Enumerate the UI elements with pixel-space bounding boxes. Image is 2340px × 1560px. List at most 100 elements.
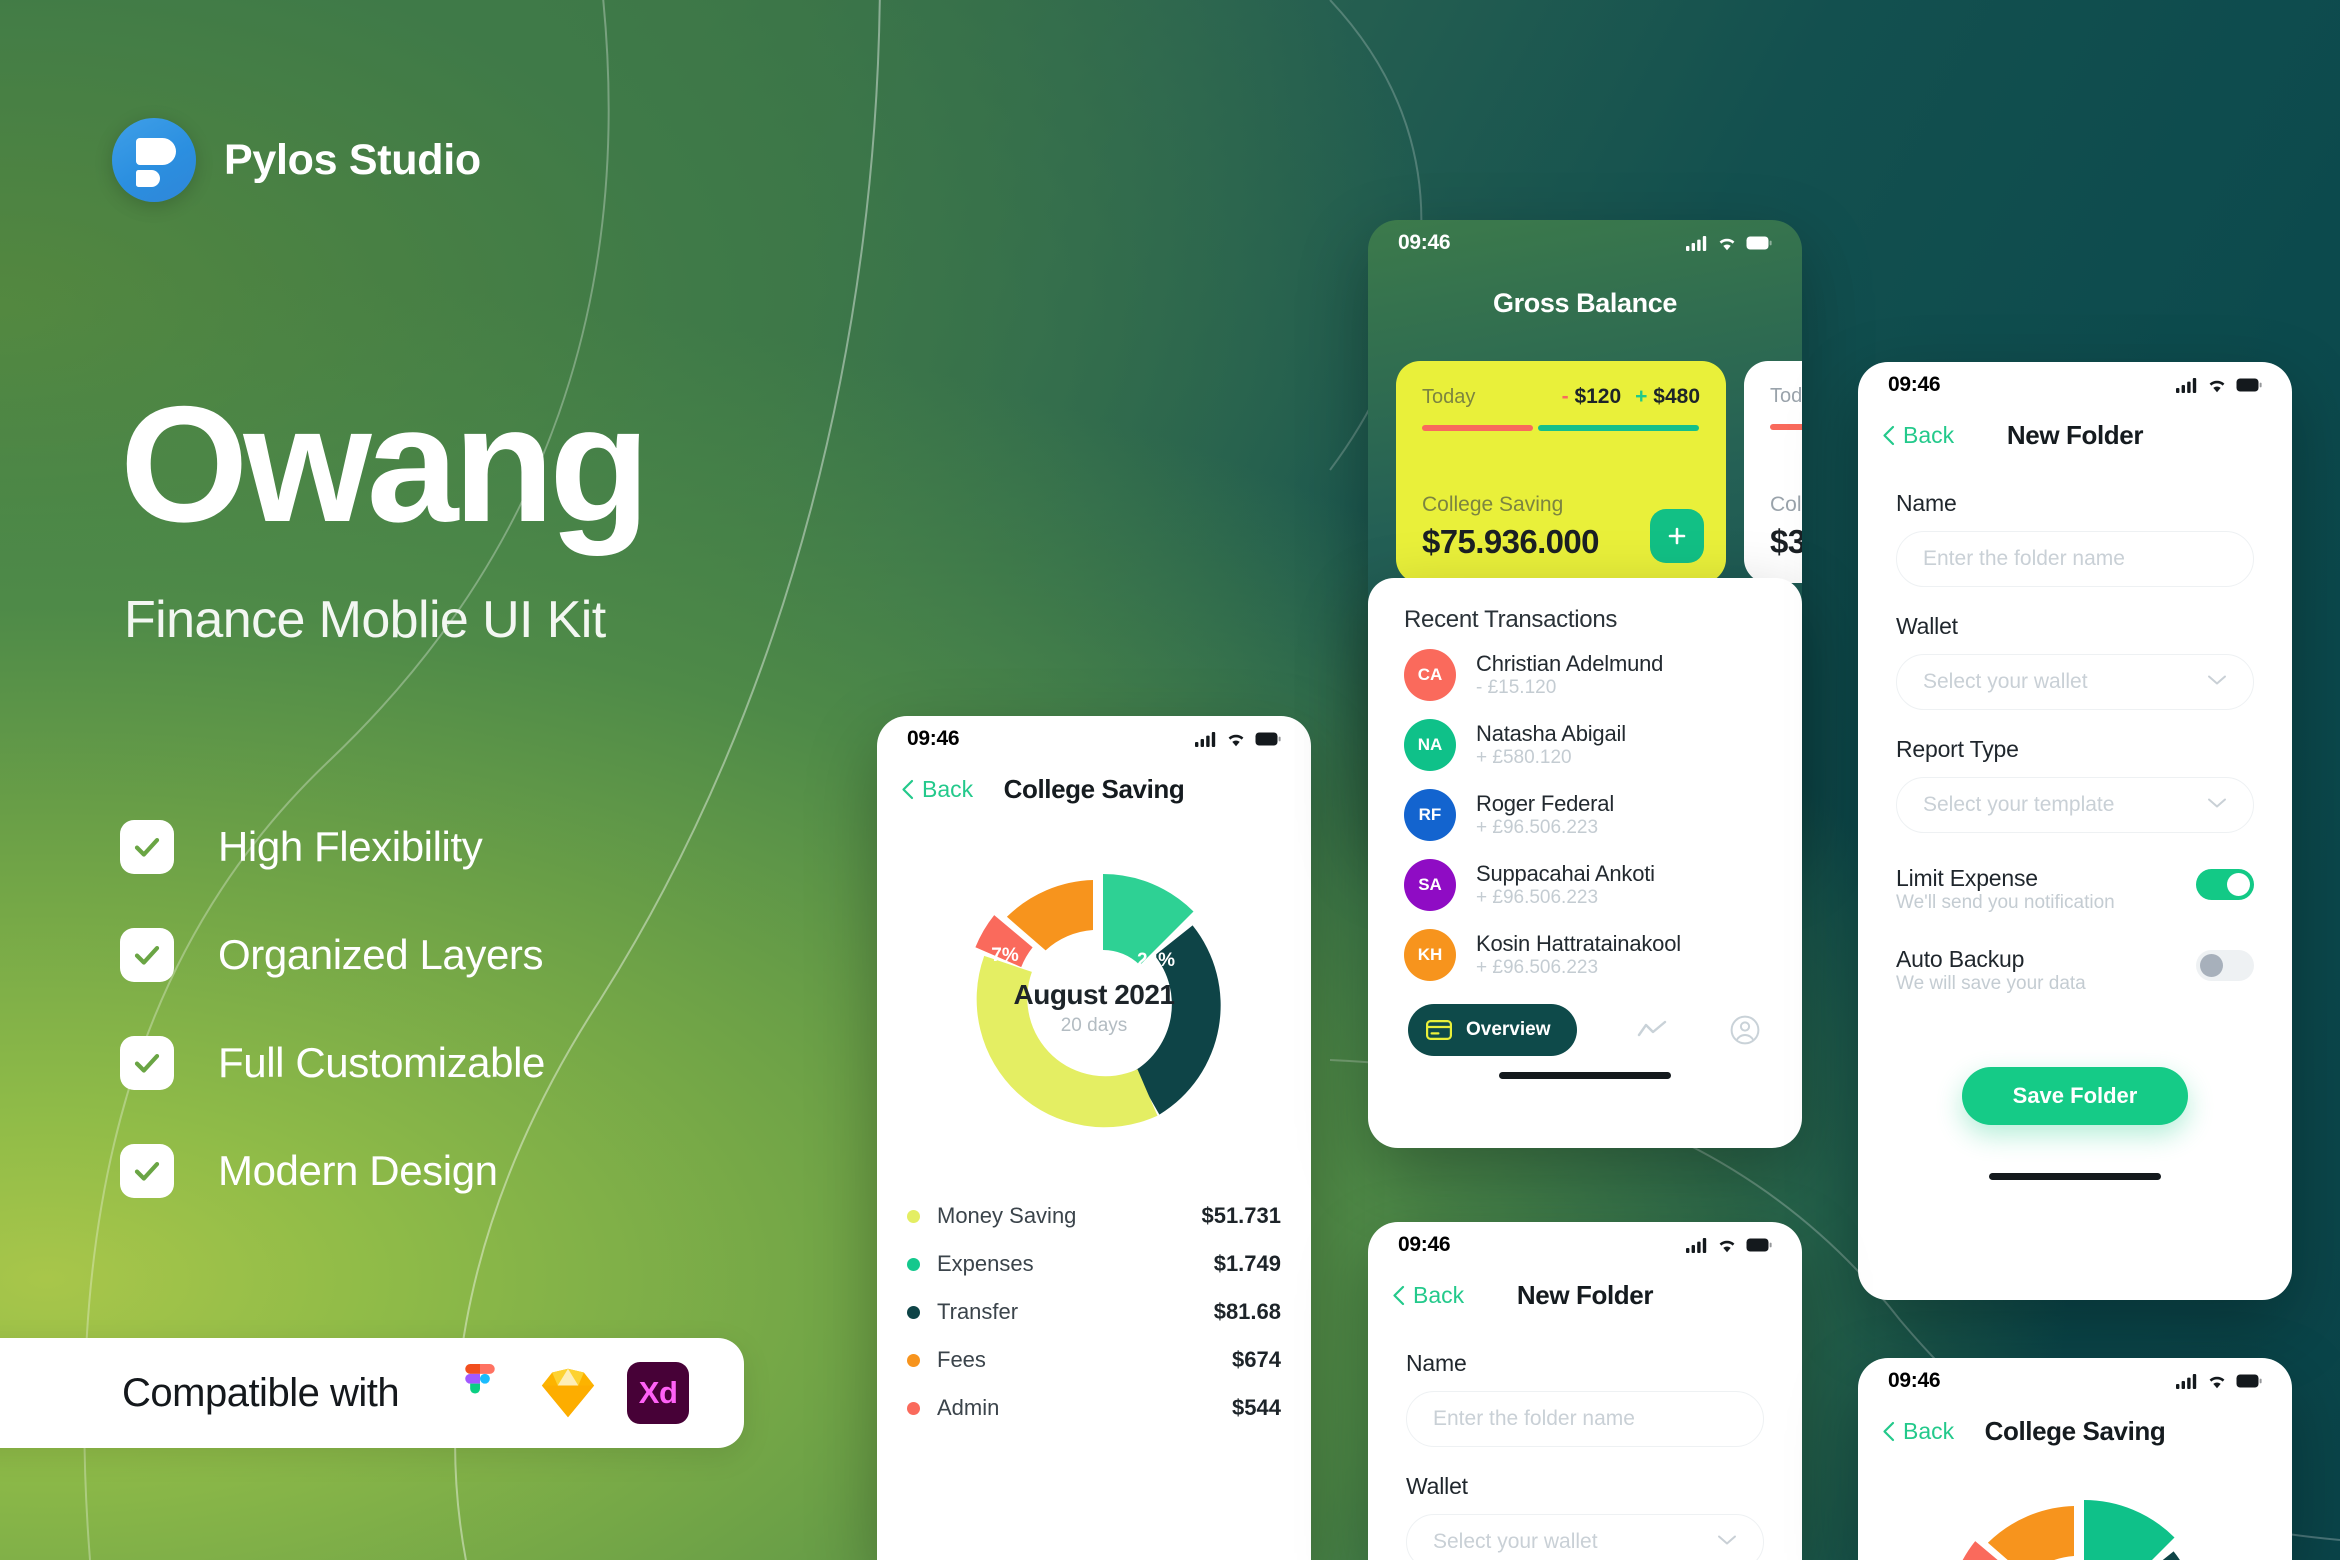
wallet-field-label: Wallet	[1896, 613, 1958, 639]
report-type-select[interactable]: Select your template	[1896, 777, 2254, 833]
save-folder-button[interactable]: Save Folder	[1962, 1067, 2188, 1125]
limit-expense-subtitle: We'll send you notification	[1896, 892, 2115, 913]
list-item[interactable]: Expenses $1.749	[907, 1240, 1281, 1288]
name-input[interactable]: Enter the folder name	[1896, 531, 2254, 587]
check-icon	[120, 928, 174, 982]
nav-bar: Back College Saving	[1858, 1404, 2292, 1458]
screen-title: Gross Balance	[1493, 288, 1677, 318]
legend-value: $51.731	[1201, 1203, 1281, 1228]
sketch-icon	[539, 1364, 597, 1422]
card-balance-amount: $35.	[1770, 523, 1802, 560]
page-title: Owang	[120, 372, 650, 556]
bottom-tab-bar: Overview	[1368, 990, 1802, 1056]
add-button[interactable]	[1650, 509, 1704, 563]
table-row[interactable]: CA Christian Adelmund - £15.120	[1368, 640, 1802, 710]
card-today-label: Today	[1770, 385, 1802, 407]
nav-bar: Back New Folder	[1368, 1268, 1802, 1322]
home-indicator	[1499, 1072, 1671, 1079]
nav-bar: Back College Saving	[877, 762, 1311, 816]
legend-value: $81.68	[1213, 1299, 1281, 1324]
table-row[interactable]: NA Natasha Abigail + £580.120	[1368, 710, 1802, 780]
list-item[interactable]: Money Saving $51.731	[907, 1192, 1281, 1240]
tab-account[interactable]	[1727, 1004, 1762, 1056]
card-positive-amount: $480	[1653, 385, 1700, 408]
phone-recent-transactions: Recent Transactions CA Christian Adelmun…	[1368, 578, 1802, 1148]
legend-value: $674	[1232, 1347, 1281, 1372]
feature-label: Organized Layers	[218, 931, 544, 978]
back-label: Back	[1413, 1281, 1465, 1308]
wallet-select[interactable]: Select your wallet	[1896, 654, 2254, 710]
chevron-down-icon	[2207, 796, 2227, 814]
tab-overview[interactable]: Overview	[1408, 1004, 1577, 1056]
feature-item: Organized Layers	[120, 928, 545, 982]
avatar: CA	[1404, 649, 1456, 701]
back-button[interactable]: Back	[1882, 422, 1954, 449]
balance-card-secondary[interactable]: Today Colleg $35.	[1744, 361, 1802, 583]
brand-logo-row: Pylos Studio	[112, 118, 481, 202]
card-icon	[1426, 1020, 1452, 1040]
chart-line-icon	[1637, 1020, 1667, 1037]
legend-value: $1.749	[1213, 1251, 1281, 1276]
report-type-field-label: Report Type	[1896, 736, 2019, 762]
limit-expense-row: Limit Expense We'll send you notificatio…	[1896, 865, 2254, 914]
wifi-icon	[2209, 380, 2225, 392]
list-item[interactable]: Transfer $81.68	[907, 1288, 1281, 1336]
back-button[interactable]: Back	[901, 776, 973, 803]
progress-negative	[1770, 424, 1802, 430]
check-icon	[120, 1036, 174, 1090]
new-folder-form-small: Name Enter the folder name Wallet Select…	[1368, 1322, 1802, 1560]
back-button[interactable]: Back	[1882, 1418, 1954, 1445]
table-row[interactable]: RF Roger Federal + £96.506.223	[1368, 780, 1802, 850]
legend-label: Expenses	[937, 1251, 1034, 1276]
avatar: RF	[1404, 789, 1456, 841]
legend-color-dot	[907, 1353, 920, 1367]
status-bar: 09:46	[1368, 1222, 1802, 1268]
legend-label: Fees	[937, 1347, 986, 1372]
legend-label: Money Saving	[937, 1203, 1077, 1228]
name-field-label: Name	[1896, 490, 1957, 516]
balance-card-primary[interactable]: Today - $120 + $480 College Saving $75.9…	[1396, 361, 1726, 583]
limit-expense-toggle[interactable]	[2196, 869, 2254, 900]
balance-card-carousel[interactable]: Today - $120 + $480 College Saving $75.9…	[1368, 361, 1802, 583]
auto-backup-subtitle: We will save your data	[1896, 973, 2086, 994]
compatible-bar: Compatible with Xd	[0, 1338, 744, 1448]
legend-value: $544	[1232, 1395, 1281, 1420]
auto-backup-title: Auto Backup	[1896, 946, 2025, 972]
pylos-p-logo-icon	[112, 118, 196, 202]
home-indicator	[1989, 1173, 2161, 1180]
legend-label: Transfer	[937, 1299, 1019, 1324]
nav-bar: Back New Folder	[1858, 408, 2292, 462]
studio-name: Pylos Studio	[224, 135, 481, 184]
legend-label: Admin	[937, 1395, 1000, 1420]
wifi-icon	[1228, 734, 1244, 746]
status-bar: 09:46	[1858, 1358, 2292, 1404]
transaction-name: Roger Federal	[1476, 791, 1615, 816]
transaction-amount: + £580.120	[1476, 747, 1572, 768]
name-input[interactable]: Enter the folder name	[1406, 1391, 1764, 1447]
list-item[interactable]: Admin $544	[907, 1384, 1281, 1432]
feature-label: Full Customizable	[218, 1039, 545, 1086]
limit-expense-title: Limit Expense	[1896, 865, 2038, 891]
phone-new-folder-small: 09:46 Back New Folder Name Enter the fol…	[1368, 1222, 1802, 1560]
new-folder-form: Name Enter the folder name Wallet Select…	[1858, 462, 2292, 1125]
battery-icon	[1746, 236, 1772, 250]
status-bar: 09:46	[877, 716, 1311, 762]
status-bar: 09:46	[1858, 362, 2292, 408]
avatar: KH	[1404, 929, 1456, 981]
table-row[interactable]: SA Suppacahai Ankoti + £96.506.223	[1368, 850, 1802, 920]
chevron-down-icon	[2207, 673, 2227, 691]
auto-backup-toggle[interactable]	[2196, 950, 2254, 981]
table-row[interactable]: KH Kosin Hattratainakool + £96.506.223	[1368, 920, 1802, 990]
legend-color-dot	[907, 1209, 920, 1223]
list-item[interactable]: Fees $674	[907, 1336, 1281, 1384]
back-button[interactable]: Back	[1392, 1282, 1464, 1309]
check-icon	[120, 820, 174, 874]
battery-icon	[1255, 732, 1281, 746]
tab-analytics[interactable]	[1635, 1004, 1670, 1056]
name-input-placeholder: Enter the folder name	[1433, 1407, 1635, 1430]
wallet-select[interactable]: Select your wallet	[1406, 1514, 1764, 1560]
signal-icon	[2176, 377, 2197, 393]
phone-college-saving: 09:46 Back College Saving 24% 7% August …	[877, 716, 1311, 1560]
feature-item: High Flexibility	[120, 820, 545, 874]
feature-list: High Flexibility Organized Layers Full C…	[120, 820, 545, 1198]
